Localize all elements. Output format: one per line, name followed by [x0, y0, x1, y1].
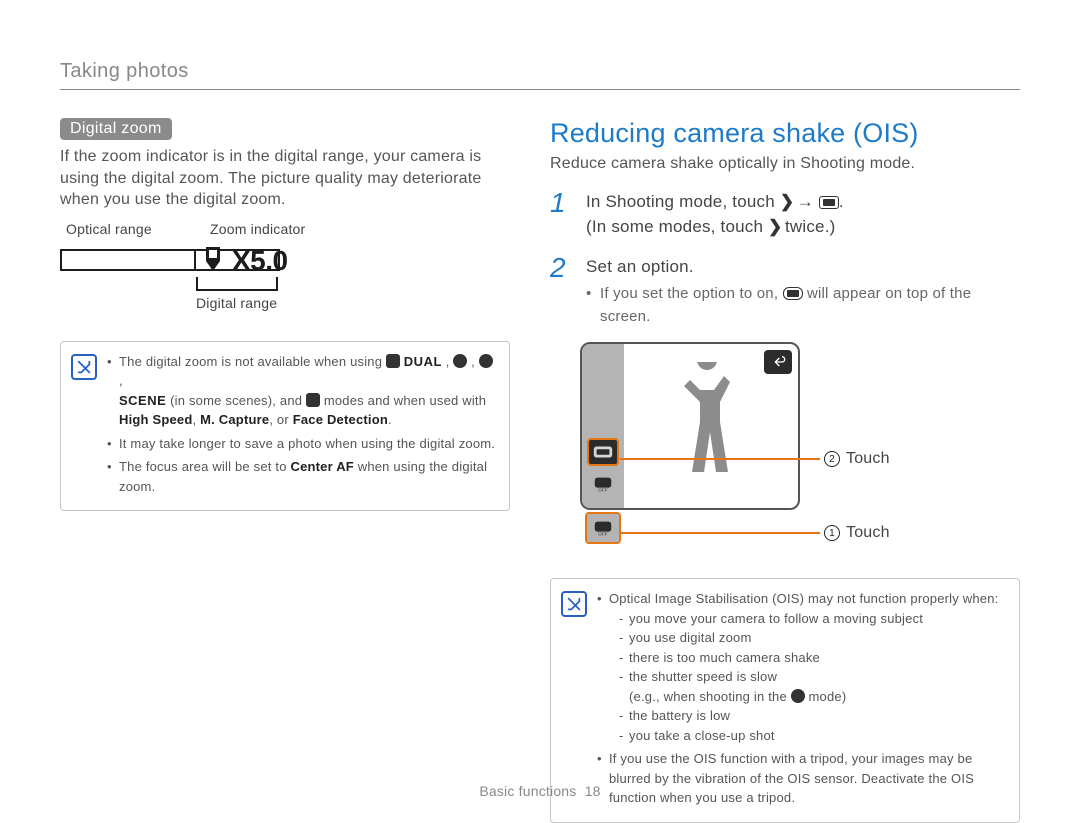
- zoom-diagram: Optical range Zoom indicator X5.0 Digita…: [60, 221, 430, 321]
- ois-subtitle: Reduce camera shake optically in Shootin…: [550, 153, 1020, 175]
- zoom-value: X5.0: [232, 245, 288, 277]
- note-icon: [561, 591, 587, 617]
- ois-off-button: OFF: [587, 470, 619, 498]
- step-2-sub: If you set the option to on, will appear…: [586, 283, 1020, 328]
- page-footer: Basic functions 18: [0, 783, 1080, 799]
- right-column: Reducing camera shake (OIS) Reduce camer…: [550, 118, 1020, 823]
- zoom-indicator-label: Zoom indicator: [210, 221, 305, 237]
- zoom-indicator-icon: [202, 243, 224, 277]
- back-button-icon: [764, 350, 792, 374]
- note-icon: [71, 354, 97, 380]
- step-1: 1 In Shooting mode, touch ❯ → . (In some…: [550, 189, 1020, 240]
- note-bullet-2: It may take longer to save a photo when …: [107, 434, 497, 454]
- callout-2-circle: 2: [824, 451, 840, 467]
- digital-zoom-heading-pill: Digital zoom: [60, 118, 172, 140]
- note-bullet-3: The focus area will be set to Center AF …: [107, 457, 497, 496]
- camera-screenshot: OFF OFF 2 Touch 1 Touch: [580, 342, 1020, 532]
- star-icon: [479, 354, 493, 368]
- ois-on-button: [587, 438, 619, 466]
- step-1-text-line2: (In some modes, touch ❯ twice.): [586, 214, 844, 240]
- step-2-number: 2: [550, 254, 574, 282]
- optical-range-label: Optical range: [66, 221, 152, 237]
- step-1-number: 1: [550, 189, 574, 217]
- callout-1-text: Touch: [846, 524, 890, 542]
- callout-2-text: Touch: [846, 450, 890, 468]
- moon-icon: [453, 354, 467, 368]
- left-column: Digital zoom If the zoom indicator is in…: [60, 118, 510, 823]
- moon-icon: [791, 689, 805, 703]
- person-silhouette: [662, 362, 752, 492]
- digital-range-label: Digital range: [196, 295, 277, 311]
- hand-icon: [386, 354, 400, 368]
- callout-1-circle: 1: [824, 525, 840, 541]
- chevron-right-icon: ❯: [768, 214, 780, 240]
- ois-section-title: Reducing camera shake (OIS): [550, 118, 1020, 149]
- step-1-text: In Shooting mode, touch ❯ → .: [586, 189, 844, 215]
- step-2: 2 Set an option. If you set the option t…: [550, 254, 1020, 329]
- ois-note-bullet-1: Optical Image Stabilisation (OIS) may no…: [597, 589, 1007, 745]
- chevron-right-icon: ❯: [780, 189, 792, 215]
- digital-zoom-paragraph: If the zoom indicator is in the digital …: [60, 146, 510, 211]
- digital-zoom-note: The digital zoom is not available when u…: [60, 341, 510, 512]
- step-2-text: Set an option.: [586, 254, 1020, 280]
- movie-icon: [306, 393, 320, 407]
- note-bullet-1: The digital zoom is not available when u…: [107, 352, 497, 430]
- svg-text:OFF: OFF: [598, 487, 608, 492]
- ois-on-icon: [783, 287, 803, 300]
- svg-text:OFF: OFF: [598, 531, 608, 536]
- page-header: Taking photos: [60, 60, 1020, 90]
- ois-off-icon: [819, 196, 839, 209]
- ois-off-highlight: OFF: [585, 512, 621, 544]
